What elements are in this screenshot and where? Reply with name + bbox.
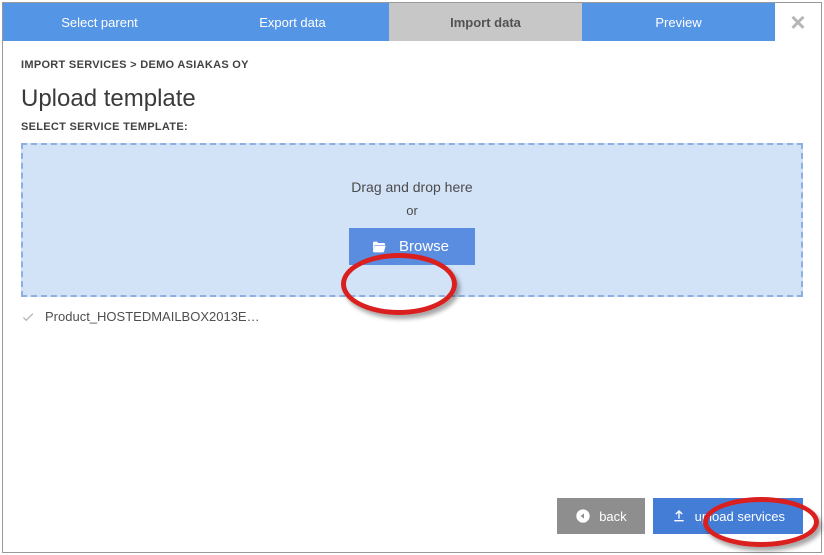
tab-preview[interactable]: Preview [582, 3, 775, 41]
tab-label: Preview [655, 15, 701, 30]
tab-import-data[interactable]: Import data [389, 3, 582, 41]
upload-services-button[interactable]: upload services [653, 498, 803, 534]
checkmark-icon [21, 310, 35, 324]
dialog-frame: Select parent Export data Import data Pr… [2, 2, 822, 553]
bottom-button-bar: back upload services [557, 498, 803, 534]
circle-arrow-left-icon [575, 508, 591, 524]
dropzone-text-2: or [406, 203, 418, 218]
tab-label: Select parent [61, 15, 138, 30]
upload-icon [671, 508, 687, 524]
breadcrumb: IMPORT SERVICES > DEMO ASIAKAS OY [21, 59, 803, 71]
uploaded-file-row: Product_HOSTEDMAILBOX2013E… [21, 309, 803, 324]
content-area: IMPORT SERVICES > DEMO ASIAKAS OY Upload… [3, 41, 821, 552]
back-button-label: back [599, 509, 626, 524]
section-subtitle: SELECT SERVICE TEMPLATE: [21, 121, 803, 133]
tab-export-data[interactable]: Export data [196, 3, 389, 41]
browse-button-label: Browse [399, 238, 449, 255]
folder-open-icon [371, 239, 387, 255]
close-icon: × [790, 7, 805, 38]
tab-select-parent[interactable]: Select parent [3, 3, 196, 41]
tab-label: Export data [259, 15, 326, 30]
file-dropzone[interactable]: Drag and drop here or Browse [21, 143, 803, 297]
upload-services-button-label: upload services [695, 509, 785, 524]
back-button[interactable]: back [557, 498, 644, 534]
uploaded-file-name: Product_HOSTEDMAILBOX2013E… [45, 309, 260, 324]
dropzone-text-1: Drag and drop here [351, 179, 472, 195]
browse-button[interactable]: Browse [349, 228, 475, 265]
tab-bar: Select parent Export data Import data Pr… [3, 3, 821, 41]
tab-label: Import data [450, 15, 521, 30]
close-button[interactable]: × [775, 3, 821, 41]
page-title: Upload template [21, 85, 803, 113]
